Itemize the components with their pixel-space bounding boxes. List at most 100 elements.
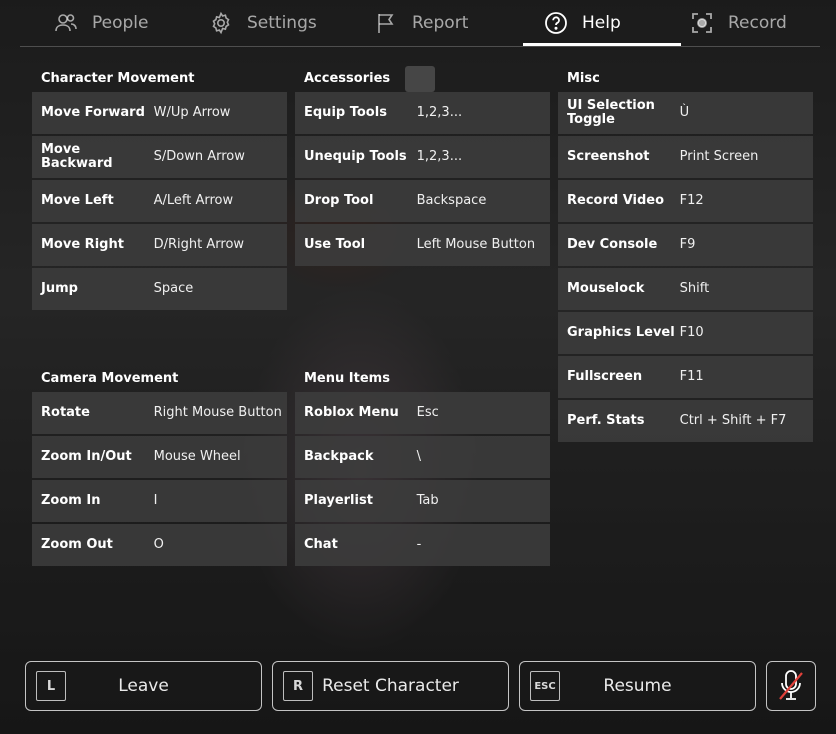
section-title: Misc xyxy=(567,71,600,86)
tab-report[interactable]: Report xyxy=(374,0,468,46)
key-label: Shift xyxy=(679,281,710,296)
keycap-esc: ESC xyxy=(530,671,560,701)
action-label: Rotate xyxy=(41,405,90,420)
action-label: Graphics Level xyxy=(567,325,675,340)
key-label: 1,2,3... xyxy=(416,149,463,164)
key-label: Left Mouse Button xyxy=(416,237,536,252)
gear-icon xyxy=(212,11,230,35)
key-label: Ù xyxy=(679,105,690,120)
action-label: Drop Tool xyxy=(304,193,374,208)
action-label: Jump xyxy=(41,281,78,296)
action-label: UI Selection Toggle xyxy=(567,98,655,127)
key-label: 1,2,3... xyxy=(416,105,463,120)
keybind-row: Zoom Out O xyxy=(32,524,287,566)
mute-microphone-button[interactable] xyxy=(766,661,816,711)
tab-settings[interactable]: Settings xyxy=(209,0,317,46)
keybind-row: Chat - xyxy=(295,524,550,566)
key-label: Print Screen xyxy=(679,149,759,164)
section-accessories: Accessories Equip Tools 1,2,3... Unequip … xyxy=(295,62,550,268)
microphone-muted-icon xyxy=(779,670,803,700)
people-icon xyxy=(55,14,77,32)
section-misc: Misc UI Selection Toggle Ù Screenshot Prin… xyxy=(558,62,813,444)
keybind-row: Rotate Right Mouse Button xyxy=(32,392,287,434)
keybind-row: Backpack \ xyxy=(295,436,550,478)
key-label: F12 xyxy=(679,193,704,208)
flag-icon xyxy=(378,14,394,33)
key-label: W/Up Arrow xyxy=(153,105,231,120)
tab-label: Help xyxy=(582,13,621,33)
action-label: Playerlist xyxy=(304,493,373,508)
key-label: O xyxy=(153,537,164,552)
reset-character-button[interactable]: R Reset Character xyxy=(272,661,509,711)
action-label: Move Right xyxy=(41,237,124,252)
keybind-row: Fullscreen F11 xyxy=(558,356,813,398)
action-label: Use Tool xyxy=(304,237,366,252)
keybind-row: Screenshot Print Screen xyxy=(558,136,813,178)
action-label: Zoom Out xyxy=(41,537,113,552)
keybind-row: Zoom In/Out Mouse Wheel xyxy=(32,436,287,478)
action-label: Unequip Tools xyxy=(304,149,407,164)
keybind-row: Perf. Stats Ctrl + Shift + F7 xyxy=(558,400,813,442)
keycap-l: L xyxy=(36,671,66,701)
action-label: Move Backward xyxy=(41,142,113,171)
action-label: Zoom In xyxy=(41,493,101,508)
key-label: S/Down Arrow xyxy=(153,149,245,164)
keybind-row: Jump Space xyxy=(32,268,287,310)
tab-record[interactable]: Record xyxy=(690,0,787,46)
leave-button[interactable]: L Leave xyxy=(25,661,262,711)
action-label: Dev Console xyxy=(567,237,658,252)
section-camera-movement: Camera Movement Rotate Right Mouse Button… xyxy=(32,362,287,568)
action-label: Chat xyxy=(304,537,338,552)
tab-label: People xyxy=(92,13,149,33)
active-tab-indicator xyxy=(523,43,681,46)
section-menu-items: Menu Items Roblox Menu Esc Backpack \ Play… xyxy=(295,362,550,568)
keybind-row: Equip Tools 1,2,3... xyxy=(295,92,550,134)
key-label: - xyxy=(416,537,422,552)
keybind-row: Unequip Tools 1,2,3... xyxy=(295,136,550,178)
keybind-row: Record Video F12 xyxy=(558,180,813,222)
action-label: Mouselock xyxy=(567,281,645,296)
key-label: D/Right Arrow xyxy=(153,237,245,252)
key-label: I xyxy=(153,493,158,508)
tab-help[interactable]: Help xyxy=(544,0,621,46)
keybind-row: Graphics Level F10 xyxy=(558,312,813,354)
keybind-row: Move Right D/Right Arrow xyxy=(32,224,287,266)
key-label: Tab xyxy=(416,493,439,508)
tab-bar: People Settings Report Help Record xyxy=(20,0,820,47)
section-title: Camera Movement xyxy=(41,371,179,386)
key-label: A/Left Arrow xyxy=(153,193,234,208)
tab-label: Settings xyxy=(247,13,317,33)
keybind-row: Playerlist Tab xyxy=(295,480,550,522)
key-label: Backspace xyxy=(416,193,487,208)
keybind-row: Zoom In I xyxy=(32,480,287,522)
action-label: Perf. Stats xyxy=(567,413,645,428)
key-label: F9 xyxy=(679,237,696,252)
question-icon xyxy=(545,12,567,34)
action-label: Move Forward xyxy=(41,105,145,120)
key-label: \ xyxy=(416,449,422,464)
settings-menu: People Settings Report Help Record Chara… xyxy=(0,0,836,734)
key-label: Mouse Wheel xyxy=(153,449,241,464)
action-label: Move Left xyxy=(41,193,114,208)
tab-people[interactable]: People xyxy=(54,0,148,46)
tab-label: Report xyxy=(412,13,469,33)
action-label: Equip Tools xyxy=(304,105,387,120)
keybind-row: Drop Tool Backspace xyxy=(295,180,550,222)
keybind-row: Move Left A/Left Arrow xyxy=(32,180,287,222)
record-icon xyxy=(692,13,712,33)
section-title: Character Movement xyxy=(41,71,195,86)
keybind-row: Roblox Menu Esc xyxy=(295,392,550,434)
action-label: Backpack xyxy=(304,449,374,464)
tab-label: Record xyxy=(728,13,787,33)
section-title: Accessories xyxy=(304,71,391,86)
key-label: Esc xyxy=(416,405,439,420)
resume-button[interactable]: ESC Resume xyxy=(519,661,756,711)
action-label: Zoom In/Out xyxy=(41,449,132,464)
key-label: Ctrl + Shift + F7 xyxy=(679,413,787,428)
action-label: Record Video xyxy=(567,193,665,208)
key-label: Space xyxy=(153,281,194,296)
action-label: Fullscreen xyxy=(567,369,643,384)
key-label: F11 xyxy=(679,369,704,384)
section-title: Menu Items xyxy=(304,371,390,386)
action-label: Screenshot xyxy=(567,149,650,164)
